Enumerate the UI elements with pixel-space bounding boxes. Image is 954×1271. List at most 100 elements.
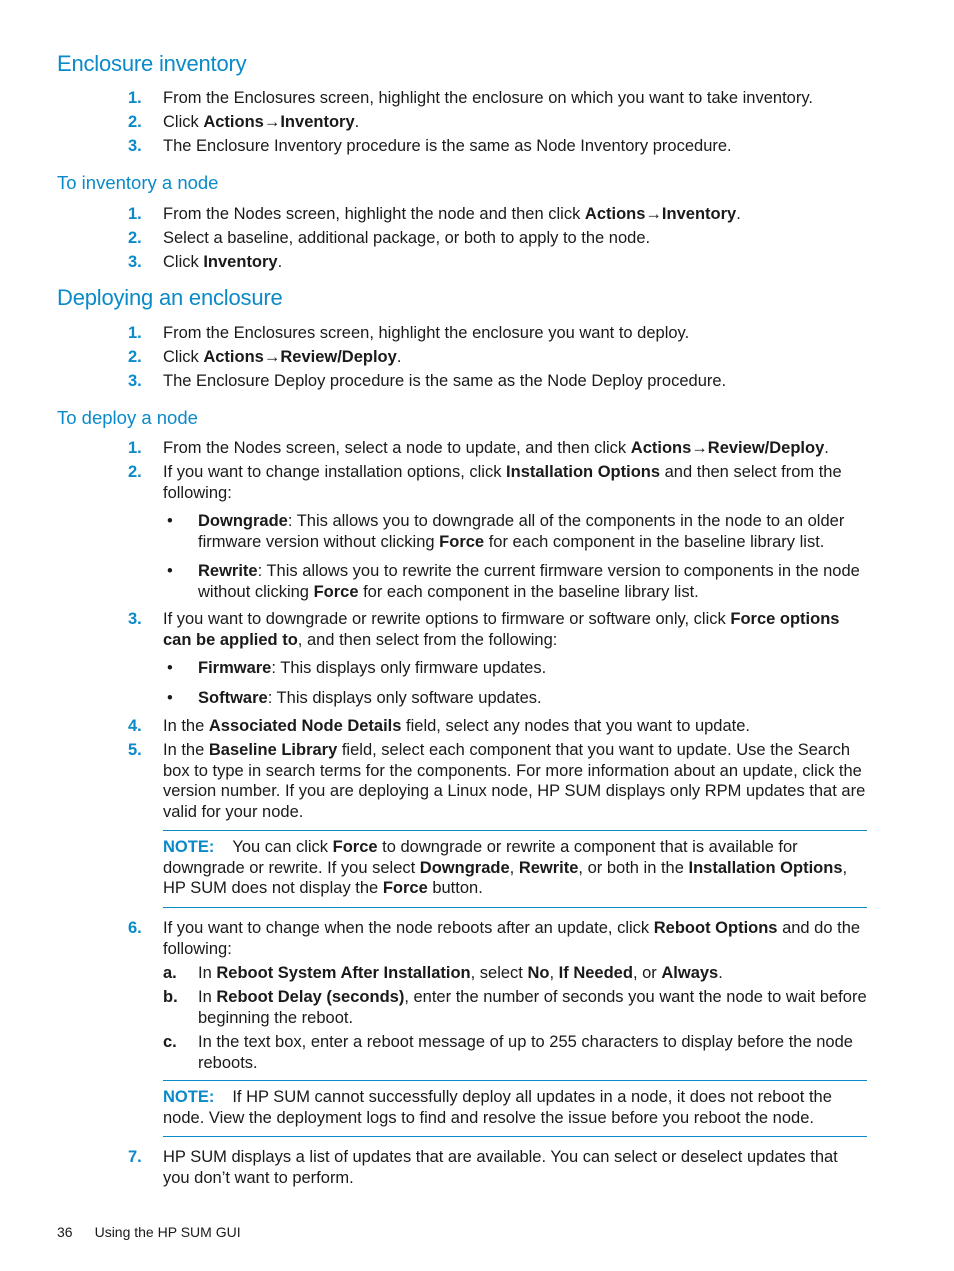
text-run: Select a baseline, additional package, o… (163, 229, 651, 247)
substep-text: In the text box, enter a reboot message … (198, 1032, 868, 1073)
note-label: NOTE: (163, 838, 215, 856)
step-number: 5. (128, 741, 142, 759)
step-number: 2. (128, 229, 142, 247)
step-text: HP SUM displays a list of updates that a… (163, 1147, 868, 1188)
step-text: Click Actions→Review/Deploy. (163, 347, 868, 368)
step-text: If you want to downgrade or rewrite opti… (163, 609, 868, 650)
bold-term: Force (313, 582, 359, 601)
text-run: : This displays only firmware updates. (271, 659, 547, 677)
step-text: From the Nodes screen, highlight the nod… (163, 204, 868, 225)
step-text: Click Actions→Inventory. (163, 112, 868, 133)
bold-term: Inventory (203, 253, 278, 271)
bold-term: Reboot Options (653, 919, 778, 937)
step-text: In the Baseline Library field, select ea… (163, 740, 868, 822)
text-run: for each component in the baseline libra… (484, 532, 825, 551)
bold-term: Always (661, 964, 719, 982)
heading-inventory-node: To inventory a node (57, 172, 219, 193)
step-text: The Enclosure Deploy procedure is the sa… (163, 371, 868, 392)
bold-term: Force (332, 838, 378, 856)
text-run: From the Enclosures screen, highlight th… (163, 324, 690, 342)
bold-term: Downgrade (198, 512, 288, 530)
note-box: NOTE: You can click Force to downgrade or… (163, 830, 867, 908)
text-run: The Enclosure Deploy procedure is the sa… (163, 372, 727, 390)
text-run: . (718, 964, 723, 982)
step-number: 2. (128, 348, 142, 366)
text-run: From the Nodes screen, select a node to … (163, 439, 631, 457)
note-text: You can click Force to downgrade or rewr… (163, 838, 847, 897)
step-number: 1. (128, 205, 142, 223)
text-run: Click (163, 348, 204, 366)
bold-term: Rewrite (518, 858, 579, 877)
bold-term: Baseline Library (208, 741, 338, 759)
bold-term: Actions→Inventory (584, 205, 737, 223)
step-text: From the Enclosures screen, highlight th… (163, 323, 868, 344)
text-run: HP SUM displays a list of updates that a… (163, 1148, 838, 1187)
step-text: The Enclosure Inventory procedure is the… (163, 136, 868, 157)
bullet-icon: • (167, 562, 173, 580)
note-label: NOTE: (163, 1088, 215, 1106)
text-run: field, select any nodes that you want to… (401, 717, 750, 735)
bold-term: No (527, 964, 550, 982)
bold-term: Associated Node Details (208, 717, 402, 735)
step-number: 6. (128, 919, 142, 937)
text-run: Click (163, 113, 204, 131)
text-run: If you want to change installation optio… (163, 463, 507, 481)
step-number: 1. (128, 439, 142, 457)
document-page: Enclosure inventory 1. From the Enclosure… (0, 0, 954, 1271)
substep-label: c. (163, 1033, 177, 1051)
text-run: button. (427, 879, 483, 897)
bold-term: Force (439, 532, 485, 551)
bullet-text: Firmware: This displays only firmware up… (198, 658, 868, 679)
substep-label: b. (163, 988, 178, 1006)
text-run: , or both in the (578, 858, 689, 877)
bold-term: Installation Options (506, 463, 661, 481)
text-run: In the (163, 741, 209, 759)
text-run: , (549, 964, 559, 982)
substep-text: In Reboot System After Installation, sel… (198, 963, 868, 984)
text-run: If you want to change when the node rebo… (163, 919, 654, 937)
step-number: 1. (128, 324, 142, 342)
text-run: , select (470, 964, 528, 982)
bold-term: Downgrade (419, 858, 510, 877)
bold-term: Software (198, 689, 268, 707)
text-run: . (396, 348, 402, 366)
step-number: 3. (128, 253, 142, 271)
text-run: In the text box, enter a reboot message … (198, 1033, 853, 1072)
text-run: If HP SUM cannot successfully deploy all… (163, 1088, 832, 1127)
bold-term: Installation Options (688, 858, 843, 877)
bullet-text: Rewrite: This allows you to rewrite the … (198, 561, 868, 602)
heading-enclosure-inventory: Enclosure inventory (57, 51, 247, 76)
text-run: , or (632, 964, 662, 982)
step-number: 7. (128, 1148, 142, 1166)
step-number: 3. (128, 137, 142, 155)
bold-term: Reboot System After Installation (216, 964, 471, 982)
text-run: In the (163, 717, 209, 735)
bold-term: Rewrite (198, 562, 258, 580)
step-text: From the Enclosures screen, highlight th… (163, 88, 868, 109)
step-text: In the Associated Node Details field, se… (163, 716, 868, 737)
text-run: , (509, 858, 519, 877)
text-run: for each component in the baseline libra… (358, 582, 699, 601)
text-run: In (198, 964, 217, 982)
bold-term: Actions→Review/Deploy (203, 348, 397, 366)
bold-term: Actions→Review/Deploy (630, 439, 825, 457)
step-number: 1. (128, 89, 142, 107)
bullet-icon: • (167, 689, 173, 707)
step-text: If you want to change installation optio… (163, 462, 868, 503)
text-run: , and then select from the following: (297, 630, 558, 649)
bold-term: Firmware (198, 659, 272, 677)
step-text: Select a baseline, additional package, o… (163, 228, 868, 249)
text-run: . (354, 113, 360, 131)
text-run: . (736, 205, 741, 223)
bullet-icon: • (167, 659, 173, 677)
step-text: If you want to change when the node rebo… (163, 918, 868, 959)
page-number: 36 (57, 1224, 73, 1240)
note-text: If HP SUM cannot successfully deploy all… (163, 1088, 832, 1127)
text-run: Click (163, 253, 204, 271)
step-text: Click Inventory. (163, 252, 868, 273)
note-box: NOTE: If HP SUM cannot successfully deplo… (163, 1080, 867, 1137)
heading-deploying-enclosure: Deploying an enclosure (57, 285, 283, 310)
text-run: The Enclosure Inventory procedure is the… (163, 137, 732, 155)
step-text: From the Nodes screen, select a node to … (163, 438, 868, 459)
substep-text: In Reboot Delay (seconds), enter the num… (198, 987, 868, 1028)
